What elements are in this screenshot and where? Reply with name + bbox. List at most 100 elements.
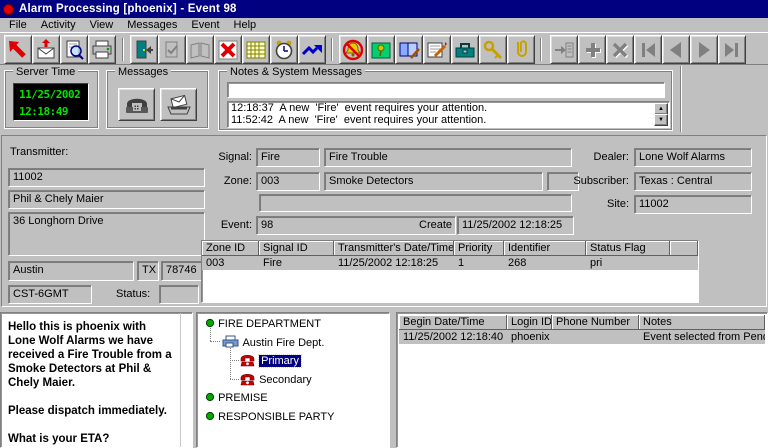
zone-desc-field[interactable]: Smoke Detectors bbox=[324, 172, 543, 191]
edit-notes-button[interactable] bbox=[423, 35, 451, 64]
zone-code-field[interactable]: 003 bbox=[256, 172, 320, 191]
note-input[interactable] bbox=[227, 82, 665, 98]
phone-message-button[interactable] bbox=[118, 88, 155, 121]
column-header[interactable]: Transmitter's Date/Time bbox=[334, 241, 454, 256]
transmitter-id-field[interactable]: 11002 bbox=[8, 168, 205, 187]
tree-item-secondary[interactable]: Secondary bbox=[239, 372, 312, 386]
signal-code-field[interactable]: Fire bbox=[256, 148, 320, 167]
delete-record-button[interactable] bbox=[606, 35, 634, 64]
dealer-field[interactable]: Lone Wolf Alarms bbox=[634, 148, 752, 167]
window-title: Alarm Processing [phoenix] - Event 98 bbox=[19, 3, 237, 15]
toolbox-button[interactable] bbox=[451, 35, 479, 64]
signal-grid-row-selected[interactable]: 003 Fire 11/25/2002 12:18:25 1 268 pri bbox=[202, 256, 698, 270]
cell-datetime: 11/25/2002 12:18:25 bbox=[334, 256, 454, 270]
silence-alarm-button[interactable] bbox=[339, 35, 367, 64]
extra-field[interactable] bbox=[259, 194, 572, 212]
trace-button[interactable] bbox=[298, 35, 326, 64]
tree-item-premise[interactable]: PREMISE bbox=[205, 392, 268, 404]
tree-item-austin-fire-dept[interactable]: Austin Fire Dept. bbox=[222, 335, 324, 349]
cancel-event-button[interactable] bbox=[214, 35, 242, 64]
dispatch-button[interactable] bbox=[186, 35, 214, 64]
column-header[interactable]: Begin Date/Time bbox=[399, 315, 507, 330]
column-header[interactable]: Zone ID bbox=[202, 241, 259, 256]
script-paragraph: Hello this is phoenix with Lone Wolf Ala… bbox=[8, 320, 175, 390]
toolbar-group-tools bbox=[339, 35, 535, 64]
menu-view[interactable]: View bbox=[83, 19, 121, 32]
print-button[interactable] bbox=[88, 35, 116, 64]
cell-notes: Event selected from Pending bbox=[639, 330, 765, 344]
toolbar-group-navigation bbox=[550, 35, 746, 64]
send-mail-button[interactable] bbox=[32, 35, 60, 64]
scroll-down-button[interactable]: ▼ bbox=[654, 114, 668, 126]
timer-clock-icon bbox=[273, 39, 295, 61]
validate-button[interactable] bbox=[158, 35, 186, 64]
print-preview-button[interactable] bbox=[60, 35, 88, 64]
create-datetime-field[interactable]: 11/25/2002 12:18:25 bbox=[457, 216, 574, 235]
column-header[interactable]: Signal ID bbox=[259, 241, 334, 256]
activity-grid-row-selected[interactable]: 11/25/2002 12:18:40 phoenix Event select… bbox=[399, 330, 765, 344]
fax-printer-icon bbox=[222, 335, 240, 348]
site-label: Site: bbox=[559, 198, 629, 210]
paperclip-icon bbox=[510, 39, 532, 61]
nav-first-button[interactable] bbox=[634, 35, 662, 64]
titlebar[interactable]: Alarm Processing [phoenix] - Event 98 bbox=[0, 0, 768, 18]
details-button[interactable] bbox=[550, 35, 578, 64]
system-message[interactable]: 12:18:37 A new 'Fire' event requires you… bbox=[228, 102, 669, 114]
system-messages-list[interactable]: 12:18:37 A new 'Fire' event requires you… bbox=[227, 101, 670, 128]
toolbox-icon bbox=[454, 39, 476, 61]
system-message[interactable]: 11:52:42 A new 'Fire' event requires you… bbox=[228, 114, 669, 126]
tree-item-primary[interactable]: Primary bbox=[239, 353, 301, 367]
nav-next-button[interactable] bbox=[690, 35, 718, 64]
notes-groupbox: Notes & System Messages 12:18:37 A new '… bbox=[219, 71, 672, 130]
activity-grid-panel: Begin Date/Time Login ID Phone Number No… bbox=[396, 312, 768, 448]
telephone-icon bbox=[124, 94, 150, 116]
nav-prev-button[interactable] bbox=[662, 35, 690, 64]
attachment-button[interactable] bbox=[507, 35, 535, 64]
trace-arrow-icon bbox=[301, 39, 323, 61]
menu-messages[interactable]: Messages bbox=[120, 19, 184, 32]
city-field[interactable]: Austin bbox=[8, 261, 134, 281]
tree-line bbox=[230, 360, 239, 361]
menu-file[interactable]: File bbox=[2, 19, 34, 32]
outbox-message-button[interactable] bbox=[160, 88, 197, 121]
exit-door-icon bbox=[133, 39, 155, 61]
timer-button[interactable] bbox=[270, 35, 298, 64]
menu-activity[interactable]: Activity bbox=[34, 19, 83, 32]
menu-event[interactable]: Event bbox=[184, 19, 226, 32]
timezone-field[interactable]: CST-6GMT bbox=[8, 285, 92, 304]
activity-grid-header: Begin Date/Time Login ID Phone Number No… bbox=[399, 315, 765, 330]
site-field[interactable]: 11002 bbox=[634, 195, 752, 214]
column-header[interactable]: Notes bbox=[639, 315, 765, 330]
return-to-pending-button[interactable] bbox=[4, 35, 32, 64]
menu-help[interactable]: Help bbox=[227, 19, 264, 32]
column-header[interactable]: Priority bbox=[454, 241, 504, 256]
access-key-button[interactable] bbox=[479, 35, 507, 64]
sticky-note-button[interactable] bbox=[367, 35, 395, 64]
print-icon bbox=[91, 39, 113, 61]
app-icon bbox=[3, 4, 14, 15]
tree-line bbox=[230, 346, 231, 379]
signal-desc-field[interactable]: Fire Trouble bbox=[324, 148, 572, 167]
zone-label: Zone: bbox=[212, 175, 252, 187]
nav-last-button[interactable] bbox=[718, 35, 746, 64]
state-field[interactable]: TX bbox=[137, 261, 159, 281]
tree-item-responsible-party[interactable]: RESPONSIBLE PARTY bbox=[205, 411, 334, 423]
phone-book-button[interactable] bbox=[395, 35, 423, 64]
status-field[interactable] bbox=[159, 285, 199, 304]
column-header[interactable]: Login ID bbox=[507, 315, 552, 330]
column-header[interactable]: Phone Number bbox=[552, 315, 639, 330]
column-header[interactable]: Identifier bbox=[504, 241, 586, 256]
tree-item-fire-department[interactable]: FIRE DEPARTMENT bbox=[205, 318, 321, 330]
contact-name-field[interactable]: Phil & Chely Maier bbox=[8, 190, 205, 209]
add-record-button[interactable] bbox=[578, 35, 606, 64]
cell-zone-id: 003 bbox=[202, 256, 259, 270]
subscriber-field[interactable]: Texas : Central bbox=[634, 172, 752, 191]
grid-view-button[interactable] bbox=[242, 35, 270, 64]
zip-field[interactable]: 78746 bbox=[161, 261, 205, 281]
server-clock: 12:18:49 bbox=[19, 103, 88, 120]
exit-event-button[interactable] bbox=[130, 35, 158, 64]
address-field[interactable]: 36 Longhorn Drive bbox=[8, 212, 205, 256]
dispatch-script-panel[interactable]: Hello this is phoenix with Lone Wolf Ala… bbox=[0, 312, 193, 448]
messages-scrollbar[interactable]: ▲ ▼ bbox=[654, 103, 668, 126]
column-header[interactable]: Status Flag bbox=[586, 241, 670, 256]
